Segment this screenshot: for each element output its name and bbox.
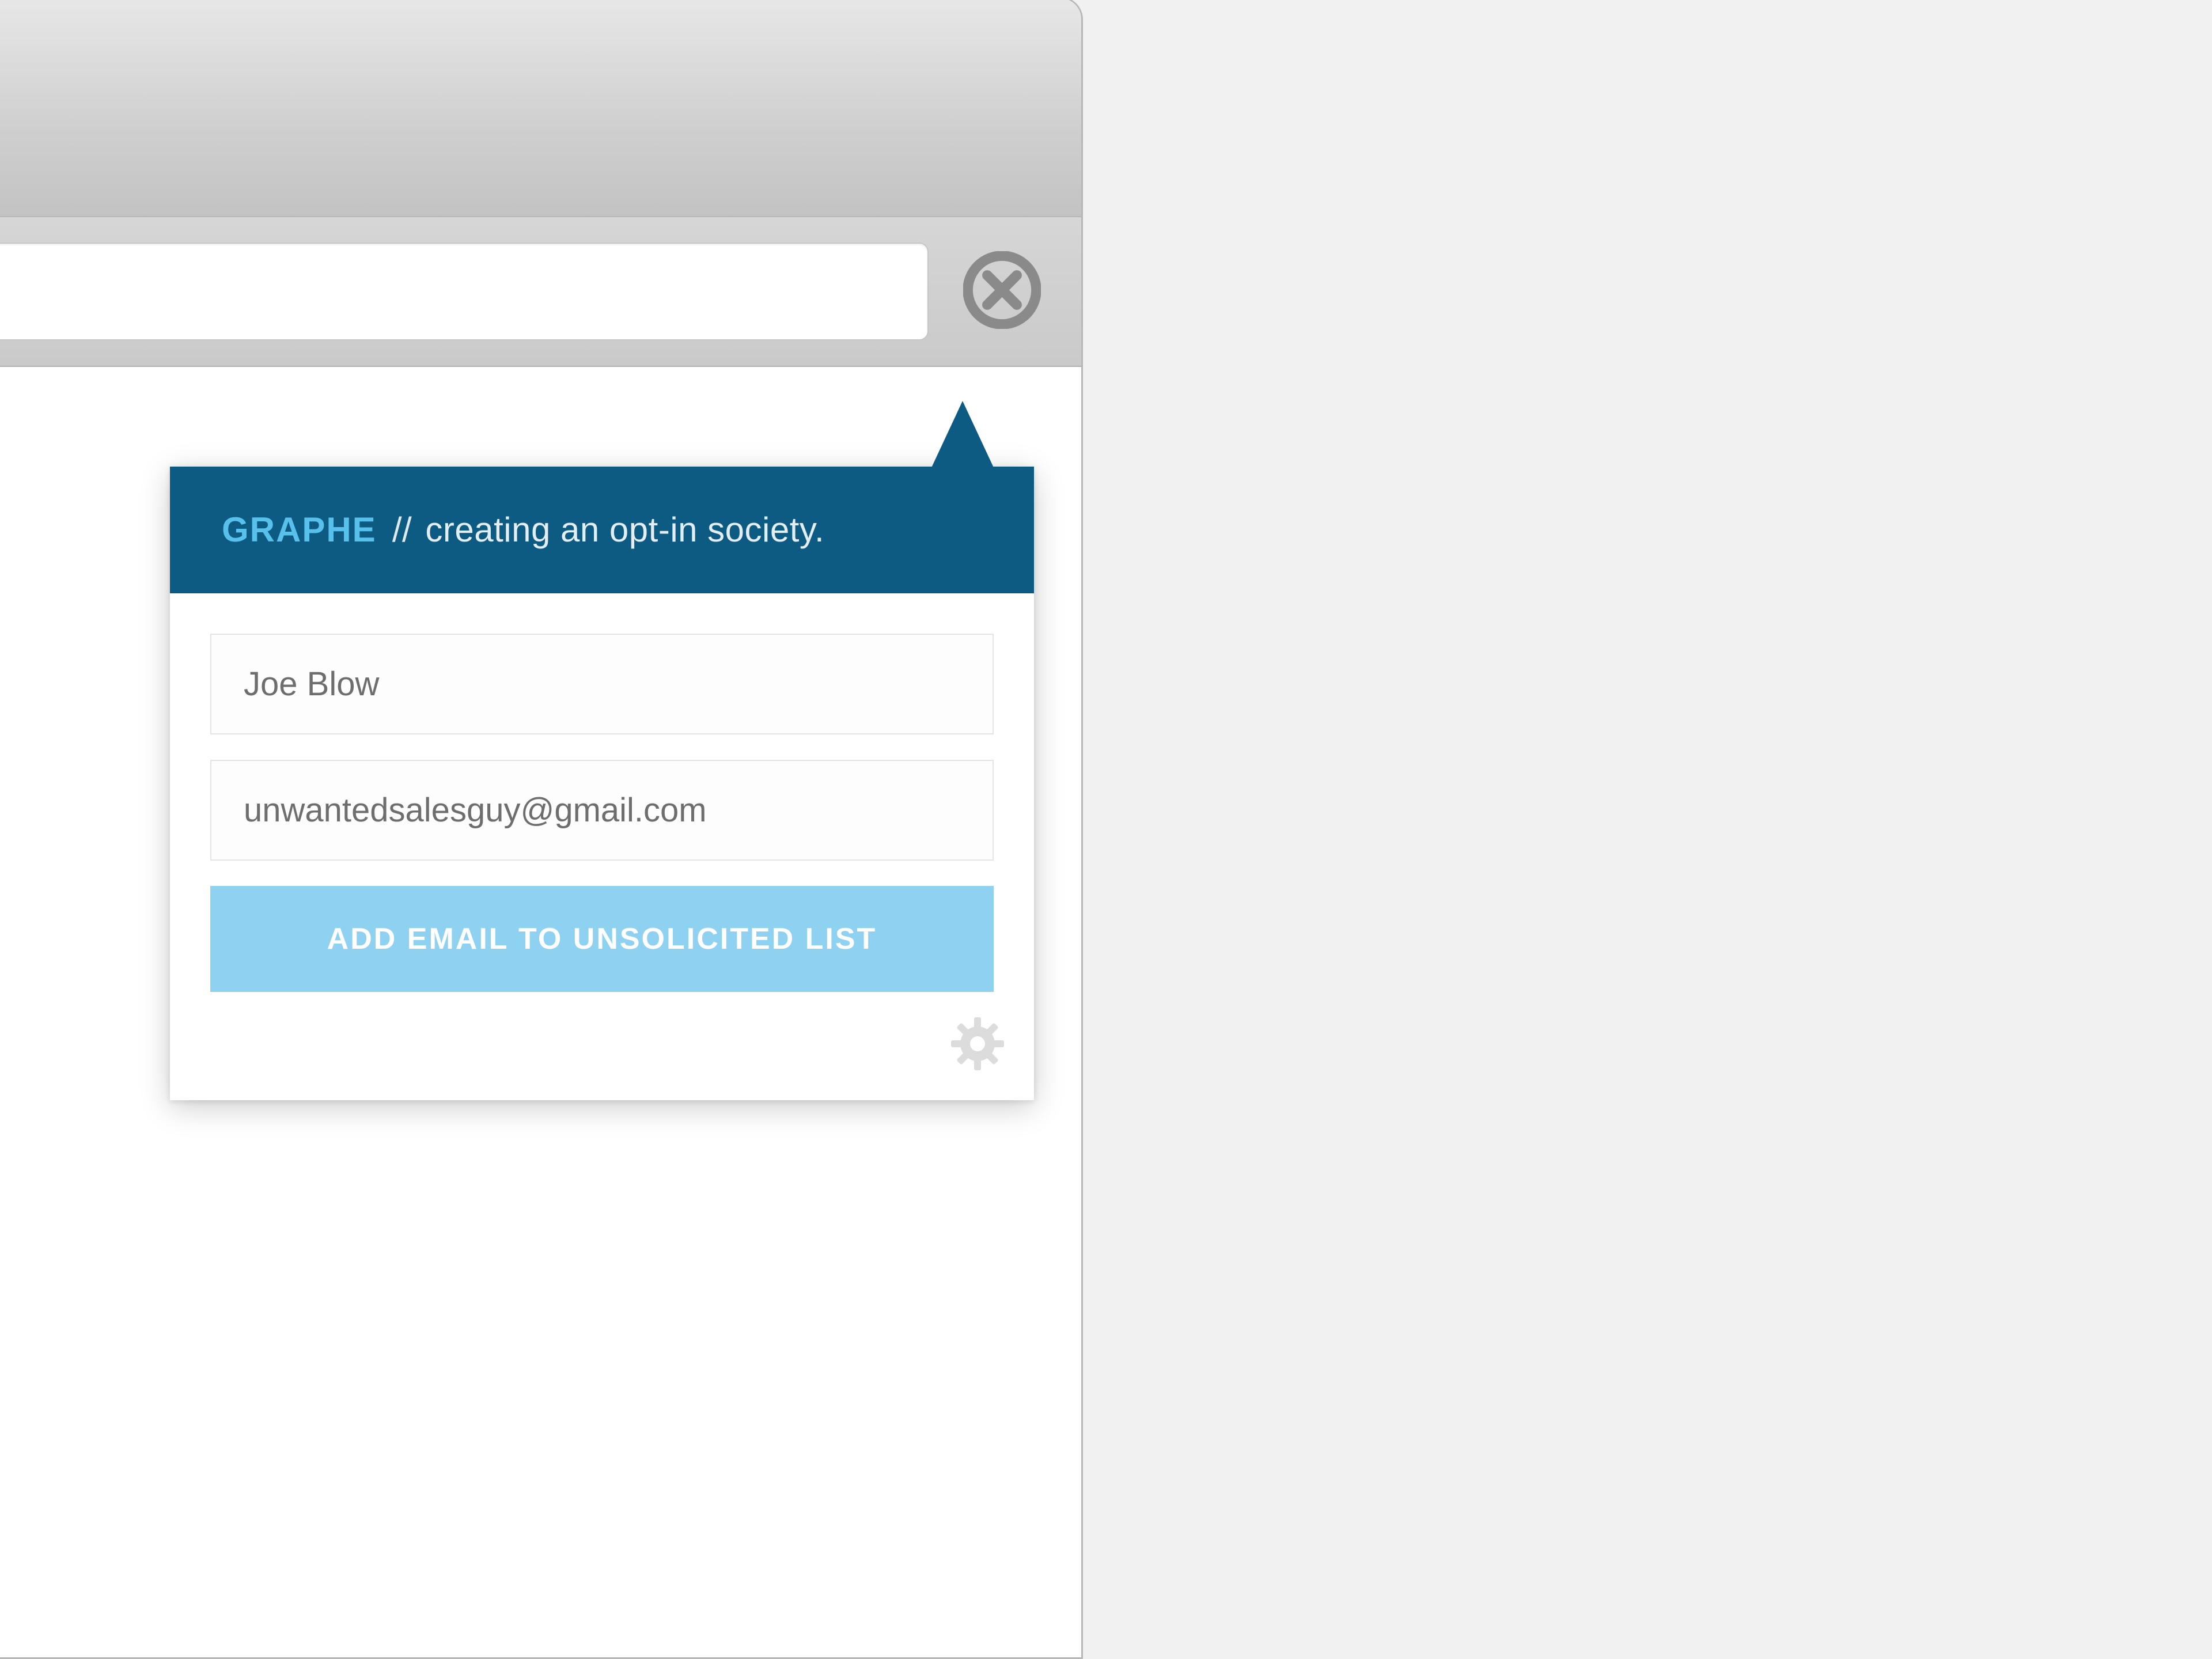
add-email-button[interactable]: ADD EMAIL TO UNSOLICITED LIST bbox=[210, 886, 994, 992]
close-circle-icon bbox=[963, 251, 1041, 332]
brand-separator: // bbox=[392, 510, 412, 549]
browser-toolbar bbox=[0, 217, 1081, 367]
settings-button[interactable] bbox=[949, 1015, 1006, 1073]
brand-tagline: creating an opt-in society. bbox=[425, 510, 824, 549]
email-field[interactable] bbox=[210, 760, 994, 861]
graphe-popover: GRAPHE // creating an opt-in society. AD… bbox=[170, 467, 1034, 1100]
address-bar[interactable] bbox=[0, 243, 929, 340]
browser-tab-bar bbox=[0, 0, 1081, 217]
popover-footer bbox=[170, 1009, 1034, 1100]
extension-close-button[interactable] bbox=[963, 253, 1041, 331]
gear-icon bbox=[949, 1065, 1006, 1075]
popover-caret bbox=[930, 401, 995, 470]
popover-header: GRAPHE // creating an opt-in society. bbox=[170, 467, 1034, 593]
popover-body: ADD EMAIL TO UNSOLICITED LIST bbox=[170, 593, 1034, 1009]
brand-name: GRAPHE bbox=[222, 510, 377, 549]
name-field[interactable] bbox=[210, 634, 994, 734]
